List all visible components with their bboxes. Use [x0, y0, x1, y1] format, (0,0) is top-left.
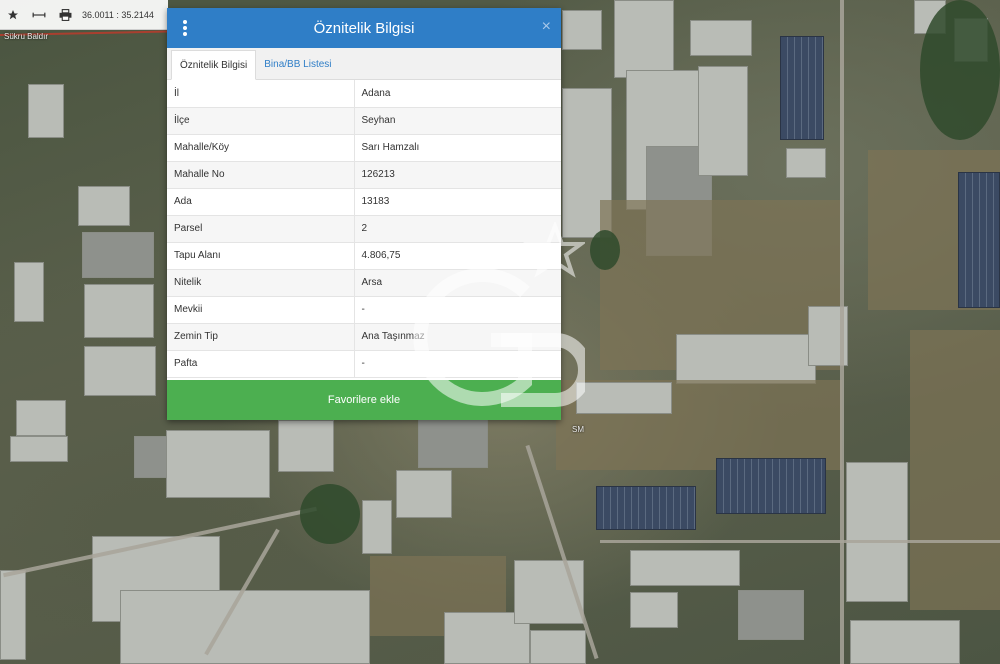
row-label-nitelik: Nitelik: [167, 269, 355, 297]
row-value-parsel: 2: [354, 215, 561, 243]
measure-icon[interactable]: [26, 0, 52, 30]
row-value-il: Adana: [354, 80, 561, 108]
row-label-ilce: İlçe: [167, 107, 355, 135]
row-label-mahalle-no: Mahalle No: [167, 161, 355, 189]
panel-tabs: Öznitelik Bilgisi Bina/BB Listesi: [167, 48, 561, 80]
tab-building-list[interactable]: Bina/BB Listesi: [256, 49, 339, 79]
panel-title: Öznitelik Bilgisi: [313, 19, 415, 37]
street-label: Sükru Baldır: [4, 32, 49, 41]
print-icon[interactable]: [52, 0, 78, 30]
table-row: Parsel 2: [167, 215, 561, 243]
attribute-table: İl Adana İlçe Seyhan Mahalle/Köy Sarı Hamza…: [167, 80, 561, 378]
table-row: İl Adana: [167, 80, 561, 108]
row-label-ada: Ada: [167, 188, 355, 216]
add-to-favorites-button[interactable]: Favorilere ekle: [167, 380, 561, 420]
table-row: Zemin Tip Ana Taşınmaz: [167, 323, 561, 351]
row-label-mahalle-koy: Mahalle/Köy: [167, 134, 355, 162]
table-row: Mevkii -: [167, 296, 561, 324]
table-row: Nitelik Arsa: [167, 269, 561, 297]
tab-attribute-info[interactable]: Öznitelik Bilgisi: [171, 50, 257, 80]
row-label-zemin-tip: Zemin Tip: [167, 323, 355, 351]
road-label: SM: [572, 425, 584, 434]
row-value-tapu-alani: 4.806,75: [354, 242, 561, 270]
table-row: Tapu Alanı 4.806,75: [167, 242, 561, 270]
row-label-il: İl: [167, 80, 355, 108]
table-row: İlçe Seyhan: [167, 107, 561, 135]
row-label-tapu-alani: Tapu Alanı: [167, 242, 355, 270]
table-row: Mahalle No 126213: [167, 161, 561, 189]
attribute-info-panel: Öznitelik Bilgisi × Öznitelik Bilgisi Bi…: [167, 8, 561, 420]
kebab-menu-icon[interactable]: [177, 18, 193, 38]
row-value-pafta: -: [354, 350, 561, 378]
row-label-parsel: Parsel: [167, 215, 355, 243]
close-icon[interactable]: ×: [542, 18, 551, 36]
table-row: Mahalle/Köy Sarı Hamzalı: [167, 134, 561, 162]
row-value-mahalle-no: 126213: [354, 161, 561, 189]
row-value-ilce: Seyhan: [354, 107, 561, 135]
map-toolbar: 36.0011 : 35.2144: [0, 0, 168, 30]
table-row: Ada 13183: [167, 188, 561, 216]
row-label-mevkii: Mevkii: [167, 296, 355, 324]
coordinate-readout: 36.0011 : 35.2144: [82, 9, 154, 20]
row-value-zemin-tip: Ana Taşınmaz: [354, 323, 561, 351]
row-value-mevkii: -: [354, 296, 561, 324]
row-value-mahalle-koy: Sarı Hamzalı: [354, 134, 561, 162]
row-value-ada: 13183: [354, 188, 561, 216]
row-label-pafta: Pafta: [167, 350, 355, 378]
star-icon[interactable]: [0, 0, 26, 30]
table-row: Pafta -: [167, 350, 561, 378]
row-value-nitelik: Arsa: [354, 269, 561, 297]
panel-header: Öznitelik Bilgisi ×: [167, 8, 561, 48]
